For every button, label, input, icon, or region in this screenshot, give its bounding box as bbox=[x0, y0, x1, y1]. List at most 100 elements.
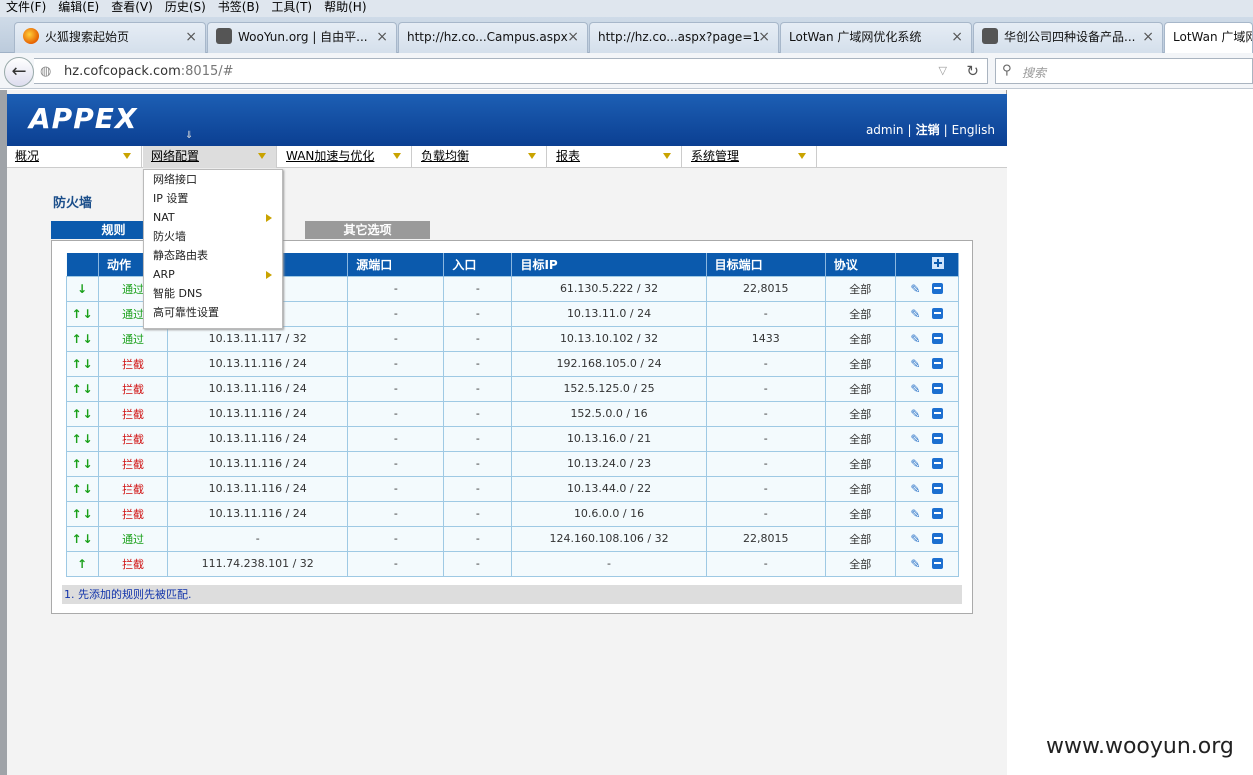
action-cell-td: 拦截 bbox=[98, 350, 169, 377]
order-arrows[interactable]: ↑↓ bbox=[71, 507, 93, 521]
ops-cell: ✎ bbox=[894, 325, 960, 352]
delete-icon[interactable] bbox=[932, 357, 944, 369]
edit-icon[interactable]: ✎ bbox=[910, 457, 920, 471]
username-link[interactable]: admin bbox=[866, 123, 904, 137]
add-rule-icon[interactable] bbox=[931, 256, 944, 269]
delete-icon[interactable] bbox=[932, 407, 944, 419]
delete-icon[interactable] bbox=[932, 282, 944, 294]
edit-icon[interactable]: ✎ bbox=[910, 482, 920, 496]
src-port-cell-td: - bbox=[347, 350, 445, 377]
order-arrows[interactable]: ↑↓ bbox=[71, 532, 93, 546]
delete-icon[interactable] bbox=[932, 332, 944, 344]
delete-icon[interactable] bbox=[932, 557, 944, 569]
browser-tab-active[interactable]: LotWan 广域网 bbox=[1164, 22, 1253, 53]
delete-icon[interactable] bbox=[932, 457, 944, 469]
menu-history[interactable]: 历史(S) bbox=[159, 0, 212, 15]
menu-overview[interactable]: 概况 bbox=[7, 146, 142, 168]
browser-tab[interactable]: WooYun.org | 自由平... × bbox=[207, 22, 397, 53]
order-arrows[interactable]: ↑ bbox=[77, 557, 88, 571]
dropdown-item-smart-dns[interactable]: 智能 DNS bbox=[144, 284, 282, 303]
url-path: :8015/# bbox=[180, 64, 234, 79]
ops-cell: ✎ bbox=[894, 550, 960, 577]
user-links: admin | 注销 | English bbox=[865, 123, 995, 137]
src-port-cell-td: - bbox=[347, 475, 445, 502]
edit-icon[interactable]: ✎ bbox=[910, 557, 920, 571]
language-link[interactable]: English bbox=[952, 123, 995, 137]
chevron-down-icon[interactable]: ▽ bbox=[939, 64, 947, 77]
menu-reports[interactable]: 报表 bbox=[548, 146, 682, 168]
order-arrows[interactable]: ↑↓ bbox=[71, 332, 93, 346]
logout-link[interactable]: 注销 bbox=[916, 123, 940, 137]
order-arrows[interactable]: ↑↓ bbox=[71, 482, 93, 496]
menu-edit[interactable]: 编辑(E) bbox=[52, 0, 105, 15]
menu-tools[interactable]: 工具(T) bbox=[265, 0, 318, 15]
dropdown-item-static-routes[interactable]: 静态路由表 bbox=[144, 246, 282, 265]
source-cell: 10.13.11.116 / 24 bbox=[208, 457, 307, 470]
close-icon[interactable]: × bbox=[376, 23, 388, 52]
close-icon[interactable]: × bbox=[185, 23, 197, 52]
edit-icon[interactable]: ✎ bbox=[910, 357, 920, 371]
order-arrows[interactable]: ↑↓ bbox=[71, 382, 93, 396]
delete-icon[interactable] bbox=[932, 307, 944, 319]
order-arrows[interactable]: ↑↓ bbox=[71, 407, 93, 421]
delete-icon[interactable] bbox=[932, 382, 944, 394]
menu-bookmarks[interactable]: 书签(B) bbox=[212, 0, 266, 15]
menu-load-balance[interactable]: 负载均衡 bbox=[413, 146, 547, 168]
delete-icon[interactable] bbox=[932, 532, 944, 544]
order-arrows-td: ↑ bbox=[65, 550, 100, 577]
url-bar[interactable]: ◍ hz.cofcopack.com:8015/# ▽ ↻ bbox=[34, 58, 988, 84]
dropdown-item-ip[interactable]: IP 设置 bbox=[144, 189, 282, 208]
edit-icon[interactable]: ✎ bbox=[910, 307, 920, 321]
dst-ip-cell: 10.6.0.0 / 16 bbox=[573, 507, 645, 520]
browser-tab[interactable]: LotWan 广域网优化系统 × bbox=[780, 22, 972, 53]
search-input[interactable]: ⚲ 搜索 bbox=[995, 58, 1253, 84]
back-button[interactable]: ← bbox=[4, 57, 34, 87]
download-icon[interactable]: ⇓ bbox=[185, 130, 193, 141]
menu-wan-acceleration[interactable]: WAN加速与优化 bbox=[278, 146, 412, 168]
edit-icon[interactable]: ✎ bbox=[910, 407, 920, 421]
edit-icon[interactable]: ✎ bbox=[910, 507, 920, 521]
protocol-cell-td: 全部 bbox=[824, 500, 896, 527]
menu-network-config[interactable]: 网络配置 bbox=[143, 146, 277, 168]
order-arrows[interactable]: ↑↓ bbox=[71, 457, 93, 471]
delete-icon[interactable] bbox=[932, 432, 944, 444]
edit-icon[interactable]: ✎ bbox=[910, 332, 920, 346]
dropdown-item-arp[interactable]: ARP bbox=[144, 265, 282, 284]
table-row: ↑↓ 拦截 10.13.11.116 / 24 - - 192.168.105.0 / 2… bbox=[65, 350, 960, 377]
browser-tab[interactable]: http://hz.co...aspx?page=1 × bbox=[589, 22, 779, 53]
table-row: ↑↓ 拦截 10.13.11.116 / 24 - - 10.13.44.0 / 22 - 全… bbox=[65, 475, 960, 502]
order-arrows[interactable]: ↑↓ bbox=[71, 432, 93, 446]
menu-file[interactable]: 文件(F) bbox=[0, 0, 52, 15]
delete-icon[interactable] bbox=[932, 507, 944, 519]
edit-icon[interactable]: ✎ bbox=[910, 282, 920, 296]
reload-icon[interactable]: ↻ bbox=[966, 62, 979, 80]
menu-view[interactable]: 查看(V) bbox=[105, 0, 159, 15]
menu-system-admin[interactable]: 系统管理 bbox=[683, 146, 817, 168]
dst-port-cell-td: - bbox=[705, 350, 826, 377]
source-cell: 10.13.11.116 / 24 bbox=[208, 507, 307, 520]
edit-icon[interactable]: ✎ bbox=[910, 382, 920, 396]
dropdown-item-nat[interactable]: NAT bbox=[144, 208, 282, 227]
browser-tab[interactable]: 火狐搜索起始页 × bbox=[14, 22, 206, 53]
close-icon[interactable]: × bbox=[758, 23, 770, 52]
menu-help[interactable]: 帮助(H) bbox=[318, 0, 372, 15]
dst-ip-cell-td: 152.5.0.0 / 16 bbox=[511, 400, 707, 427]
edit-icon[interactable]: ✎ bbox=[910, 532, 920, 546]
browser-tab[interactable]: 华创公司四种设备产品... × bbox=[973, 22, 1163, 53]
edit-icon[interactable]: ✎ bbox=[910, 432, 920, 446]
protocol-cell: 全部 bbox=[849, 332, 872, 346]
close-icon[interactable]: × bbox=[567, 23, 579, 52]
delete-icon[interactable] bbox=[932, 482, 944, 494]
dropdown-item-ha[interactable]: 高可靠性设置 bbox=[144, 303, 282, 322]
dropdown-item-firewall[interactable]: 防火墙 bbox=[144, 227, 282, 246]
protocol-cell: 全部 bbox=[849, 382, 872, 396]
close-icon[interactable]: × bbox=[1142, 23, 1154, 52]
order-arrows[interactable]: ↑↓ bbox=[71, 357, 93, 371]
close-icon[interactable]: × bbox=[951, 23, 963, 52]
col-protocol: 协议 bbox=[825, 253, 896, 276]
browser-tab[interactable]: http://hz.co...Campus.aspx × bbox=[398, 22, 588, 53]
order-arrows[interactable]: ↑↓ bbox=[71, 307, 93, 321]
tab-other-options[interactable]: 其它选项 bbox=[305, 221, 430, 239]
order-arrows[interactable]: ↓ bbox=[77, 282, 88, 296]
dropdown-item-interfaces[interactable]: 网络接口 bbox=[144, 170, 282, 189]
